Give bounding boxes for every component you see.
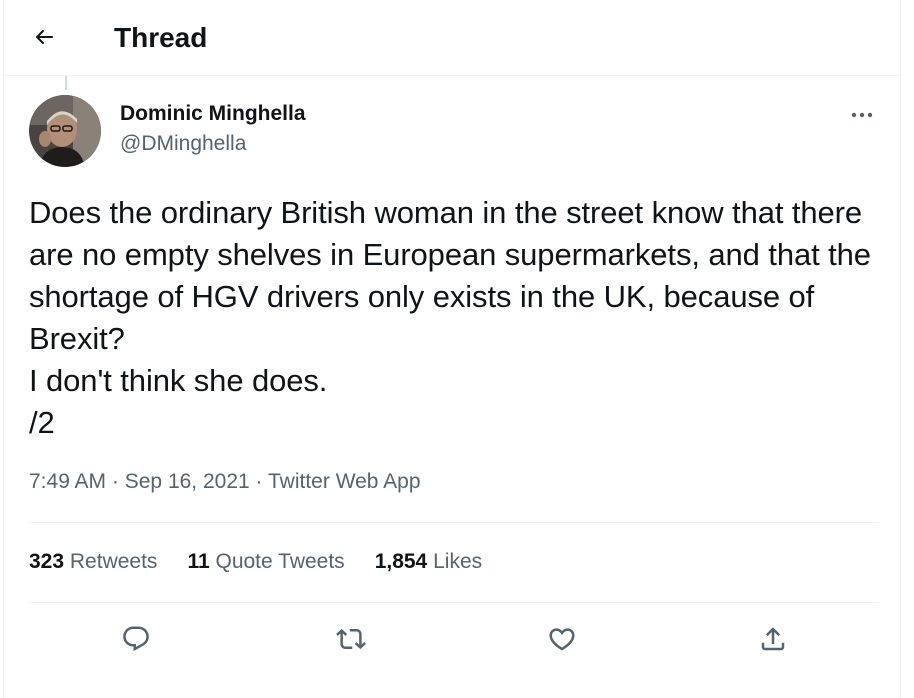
author-handle[interactable]: @DMinghella — [120, 131, 246, 157]
arrow-left-icon — [36, 30, 53, 44]
back-button[interactable] — [26, 19, 62, 55]
quote-tweets-count: 11 — [187, 550, 210, 573]
avatar-photo — [29, 95, 101, 167]
thread-header: Thread — [4, 0, 900, 76]
retweets-count: 323 — [29, 550, 65, 573]
tweet-source[interactable]: Twitter Web App — [268, 470, 421, 493]
thread-connector-line — [65, 76, 67, 90]
more-dots-icon — [851, 112, 873, 118]
quote-tweets-stat[interactable]: 11 Quote Tweets — [187, 548, 344, 576]
divider — [29, 602, 879, 603]
divider — [29, 522, 879, 523]
page-title: Thread — [114, 22, 208, 53]
reply-button[interactable] — [116, 619, 156, 659]
retweets-label: Retweets — [69, 550, 158, 573]
quote-tweets-label: Quote Tweets — [215, 550, 345, 573]
heart-icon — [549, 628, 575, 651]
meta-separator: · — [255, 470, 263, 493]
meta-separator: · — [111, 470, 119, 493]
tweet-text: Does the ordinary British woman in the s… — [29, 195, 871, 440]
likes-stat[interactable]: 1,854 Likes — [375, 548, 482, 576]
tweet-date[interactable]: Sep 16, 2021 — [125, 470, 250, 493]
share-button[interactable] — [753, 619, 793, 659]
share-icon — [761, 627, 785, 651]
tweet-meta: 7:49 AM · Sep 16, 2021 · Twitter Web App — [29, 468, 421, 496]
retweet-icon — [336, 628, 366, 650]
avatar[interactable] — [29, 95, 101, 167]
retweet-button[interactable] — [331, 619, 371, 659]
tweet-stats: 323 Retweets 11 Quote Tweets 1,854 Likes — [29, 548, 512, 576]
likes-count: 1,854 — [374, 550, 428, 573]
retweets-stat[interactable]: 323 Retweets — [29, 548, 157, 576]
tweet-thread-page: Thread Dominic Minghella @DMinghella Doe… — [3, 0, 901, 698]
like-button[interactable] — [542, 619, 582, 659]
reply-icon — [123, 626, 149, 652]
likes-label: Likes — [433, 550, 483, 573]
author-name[interactable]: Dominic Minghella — [120, 101, 306, 127]
tweet-time[interactable]: 7:49 AM — [29, 470, 106, 493]
more-options-button[interactable] — [844, 100, 880, 130]
